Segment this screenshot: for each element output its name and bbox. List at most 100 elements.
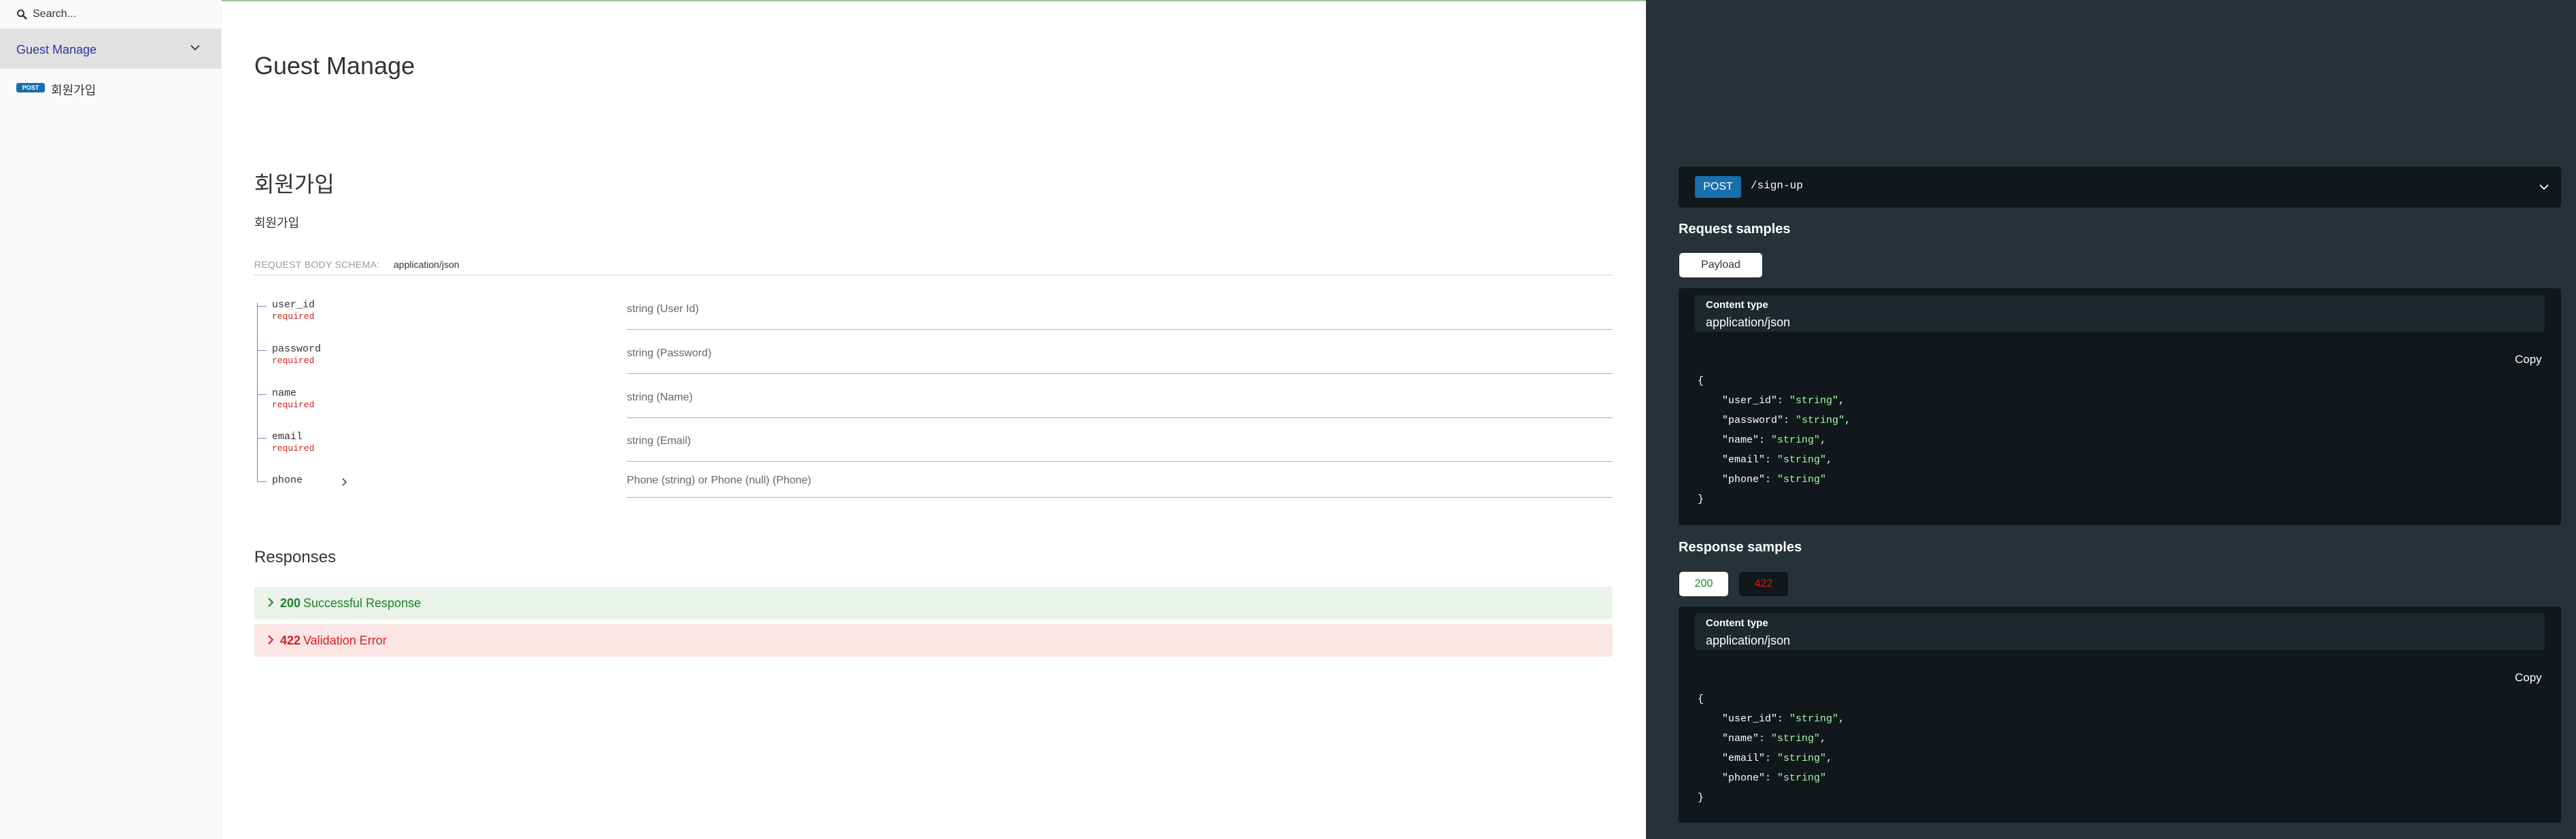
sidebar-group-guest-manage[interactable]: Guest Manage [0,29,221,69]
field-divider [627,373,1613,374]
response-json: { "user_id": "string", "name": "string",… [1698,694,1845,804]
json-key: "user_id" [1722,713,1778,725]
sidebar-item-sign-up[interactable]: POST 회원가입 [0,76,221,103]
tree-tick [257,438,267,439]
tree-line [257,461,267,481]
responses-title: Responses [254,548,337,566]
content-type-select[interactable]: Content type application/json [1695,613,2545,650]
json-value: "string" [1771,434,1821,446]
required-label: required [272,443,315,453]
field-type: Phone (string) or Phone (null) (Phone) [627,475,812,486]
field-name: email [272,431,303,443]
tree-tick [257,394,267,395]
json-key: "email" [1722,454,1766,466]
request-samples-title: Request samples [1679,222,1791,237]
field-name: password [272,343,322,355]
request-body-schema-header: REQUEST BODY SCHEMA: application/json [254,258,1613,275]
sidebar: Guest Manage POST 회원가입 [0,0,222,839]
json-comma: , [1844,415,1851,426]
response-200-toggle[interactable]: 200 Successful Response [254,587,1613,619]
schema-type: application/json [394,259,460,270]
json-value: "string" [1771,733,1821,744]
field-row-name: name required string (Name) [254,374,1613,418]
tree-tick [257,481,267,482]
required-label: required [272,356,315,366]
json-brace: } [1698,494,1704,505]
response-text: Successful Response [303,596,422,610]
json-key: "name" [1722,733,1759,744]
content-type-label: Content type [1706,299,1768,311]
main-content: Guest Manage 회원가입 회원가입 REQUEST BODY SCHE… [222,0,1645,839]
content-type-label: Content type [1706,617,1768,629]
endpoint-path: /sign-up [1751,179,1803,192]
tree-tick [257,306,267,307]
json-value: "string" [1777,772,1827,784]
chevron-right-icon[interactable] [341,478,347,486]
field-type: string (Password) [627,347,712,359]
copy-button[interactable]: Copy [2515,353,2542,366]
json-key: "email" [1722,753,1766,764]
tab-payload[interactable]: Payload [1679,253,1762,277]
tree-line [257,417,267,462]
chevron-down-icon [2539,184,2549,190]
json-value: "string" [1789,395,1839,407]
tree-line [257,374,267,418]
response-code: 200 [280,596,301,610]
copy-button[interactable]: Copy [2515,671,2542,685]
chevron-down-icon [190,45,200,51]
required-label: required [272,311,315,322]
operation-description: 회원가입 [254,216,300,230]
tree-line [257,303,267,330]
chevron-right-icon [268,598,274,607]
field-divider [627,329,1613,330]
request-sample-block: Content type application/json Copy { "us… [1679,288,2561,525]
sidebar-item-label: 회원가입 [51,84,97,97]
required-label: required [272,400,315,410]
field-row-password: password required string (Password) [254,330,1613,374]
json-key: "password" [1722,415,1784,426]
json-value: "string" [1789,713,1839,725]
response-422-toggle[interactable]: 422 Validation Error [254,624,1613,657]
search-icon [17,10,27,20]
search-box [0,0,221,29]
json-comma: , [1838,713,1845,725]
post-badge: POST [16,83,45,92]
field-row-phone[interactable]: phone Phone (string) or Phone (null) (Ph… [254,461,1613,498]
operation-title: 회원가입 [254,172,334,196]
field-name: phone [272,475,303,486]
json-value: "string" [1777,753,1827,764]
json-key: "user_id" [1722,395,1778,407]
chevron-right-icon [268,635,274,645]
page-title: Guest Manage [254,52,415,80]
endpoint-box[interactable]: POST /sign-up [1679,167,2561,207]
samples-panel: POST /sign-up Request samples Payload Co… [1646,0,2576,839]
field-divider [627,461,1613,462]
json-comma: , [1820,733,1827,744]
json-brace: { [1698,375,1704,387]
json-brace: { [1698,694,1704,705]
json-key: "phone" [1722,474,1766,485]
json-comma: , [1826,753,1833,764]
response-sample-block: Content type application/json Copy { "us… [1679,606,2561,823]
response-code: 422 [280,634,301,647]
schema-label: REQUEST BODY SCHEMA: [254,259,380,270]
json-key: "name" [1722,434,1759,446]
content-type-value: application/json [1706,634,1791,647]
field-type: string (User Id) [627,303,699,315]
field-row-email: email required string (Email) [254,417,1613,462]
content-type-value: application/json [1706,315,1791,329]
field-divider [627,497,1613,498]
request-json: { "user_id": "string", "password": "stri… [1698,375,1851,505]
field-name: name [272,388,297,399]
json-comma: , [1820,434,1827,446]
json-comma: , [1838,395,1845,407]
json-value: "string" [1796,415,1845,426]
tab-200[interactable]: 200 [1679,572,1728,596]
field-divider [627,417,1613,418]
content-type-select[interactable]: Content type application/json [1695,295,2545,332]
search-input[interactable] [33,6,209,22]
json-brace: } [1698,792,1704,804]
field-type: string (Email) [627,435,691,447]
tab-422[interactable]: 422 [1739,572,1788,596]
field-row-user-id: user_id required string (User Id) [254,292,1613,330]
